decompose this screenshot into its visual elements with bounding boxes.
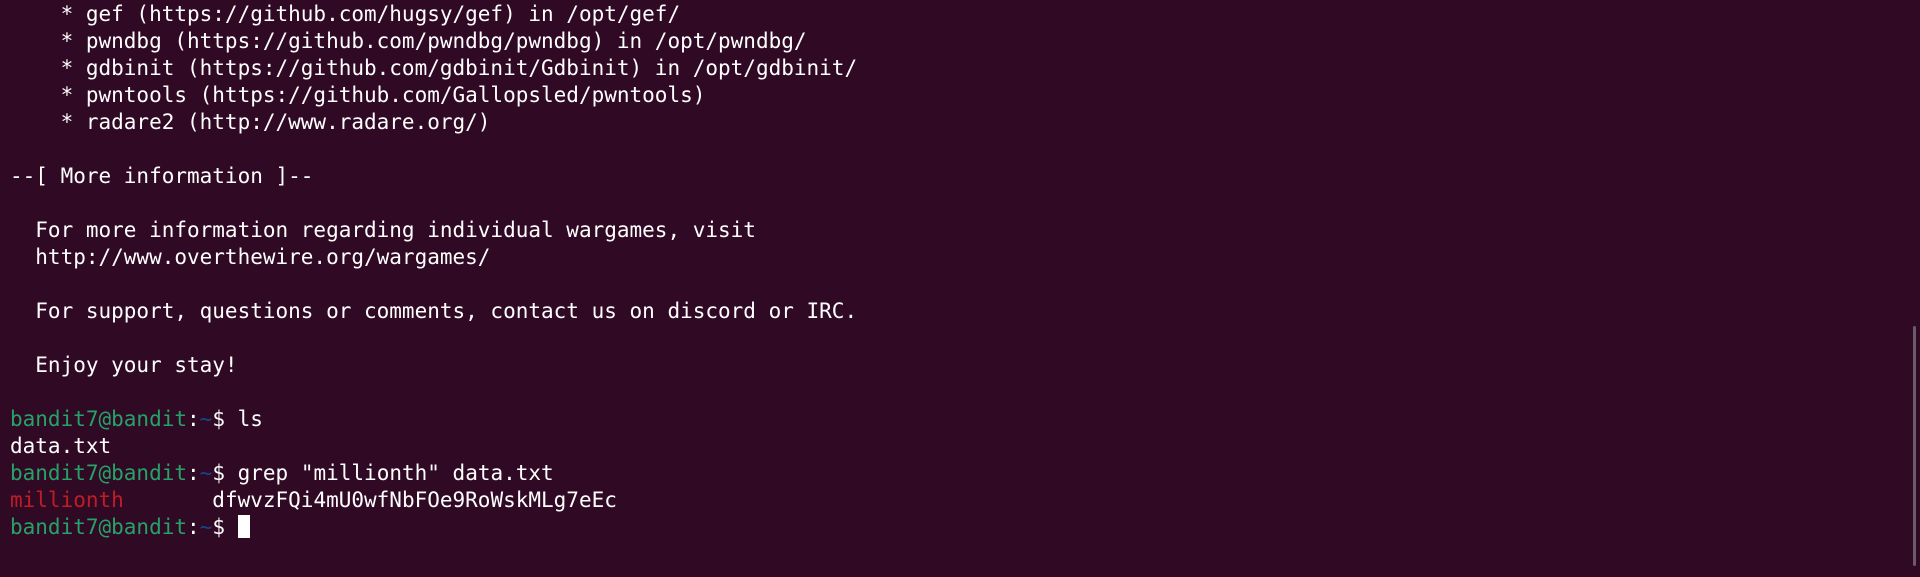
- prompt-line: bandit7@bandit:~$ grep "millionth" data.…: [10, 460, 1920, 487]
- support-line: For support, questions or comments, cont…: [10, 299, 858, 323]
- command-text: ls: [237, 407, 263, 431]
- tool-line-gef: * gef (https://github.com/hugsy/gef) in …: [10, 2, 681, 26]
- prompt-path: ~: [199, 407, 213, 431]
- grep-rest: dfwvzFQi4mU0wfNbFOe9RoWskMLg7eEc: [123, 488, 617, 512]
- prompt-separator: :: [187, 515, 200, 539]
- command-output: data.txt: [10, 434, 112, 458]
- tool-line-pwntools: * pwntools (https://github.com/Gallopsle…: [10, 83, 706, 107]
- grep-output-line: millionth dfwvzFQi4mU0wfNbFOe9RoWskMLg7e…: [10, 487, 1920, 514]
- prompt-separator: :: [187, 407, 200, 431]
- prompt-separator: :: [187, 461, 200, 485]
- section-header: --[ More information ]--: [10, 164, 314, 188]
- prompt-user-host: bandit7@bandit: [10, 407, 188, 431]
- info-url-line: http://www.overthewire.org/wargames/: [10, 245, 491, 269]
- prompt-path: ~: [199, 461, 213, 485]
- prompt-path: ~: [199, 515, 213, 539]
- info-line: For more information regarding individua…: [10, 218, 756, 242]
- tool-line-gdbinit: * gdbinit (https://github.com/gdbinit/Gd…: [10, 56, 858, 80]
- prompt-user-host: bandit7@bandit: [10, 461, 188, 485]
- command-text: grep "millionth" data.txt: [237, 461, 554, 485]
- tool-line-radare2: * radare2 (http://www.radare.org/): [10, 110, 491, 134]
- prompt-symbol: $: [212, 461, 238, 485]
- prompt-user-host: bandit7@bandit: [10, 515, 188, 539]
- vertical-scrollbar[interactable]: [1913, 326, 1916, 566]
- text-cursor: [237, 515, 250, 538]
- prompt-symbol: $: [212, 515, 238, 539]
- tool-line-pwndbg: * pwndbg (https://github.com/pwndbg/pwnd…: [10, 29, 807, 53]
- enjoy-line: Enjoy your stay!: [10, 353, 238, 377]
- prompt-line: bandit7@bandit:~$ ls: [10, 406, 1920, 433]
- terminal-window[interactable]: * gef (https://github.com/hugsy/gef) in …: [0, 0, 1920, 577]
- grep-match: millionth: [10, 488, 124, 512]
- prompt-symbol: $: [212, 407, 238, 431]
- active-prompt-line[interactable]: bandit7@bandit:~$: [10, 514, 1920, 541]
